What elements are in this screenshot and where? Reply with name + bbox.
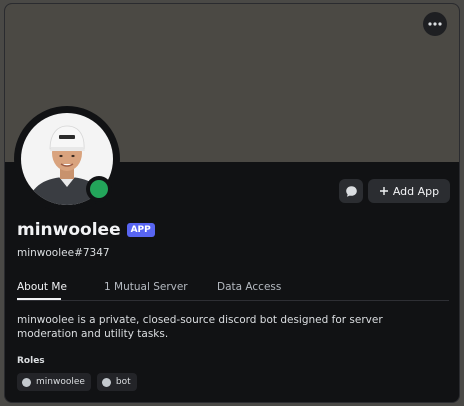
username[interactable]: minwoolee#7347: [17, 247, 110, 259]
display-name: minwoolee: [17, 220, 121, 240]
role-label: minwoolee: [36, 377, 85, 387]
plus-icon: [379, 187, 388, 195]
profile-card: Add App minwoolee APP minwoolee#7347 Abo…: [4, 3, 460, 403]
more-horizontal-icon: [428, 22, 442, 26]
role-label: bot: [115, 377, 131, 387]
bio-text: minwoolee is a private, closed-source di…: [17, 314, 383, 340]
role-color-icon: [101, 377, 111, 387]
app-badge: APP: [126, 223, 155, 237]
role-color-icon: [22, 377, 31, 387]
roles-list: minwoolee bot: [17, 373, 137, 391]
tab-mutual-servers[interactable]: 1 Mutual Server: [104, 281, 188, 293]
more-options-button[interactable]: [423, 12, 447, 36]
add-app-button[interactable]: Add App: [368, 179, 450, 203]
message-button[interactable]: [339, 179, 363, 203]
profile-tabs: About Me 1 Mutual Server Data Access: [17, 281, 449, 301]
role-pill-bot[interactable]: bot: [96, 373, 137, 391]
tab-data-access[interactable]: Data Access: [217, 281, 281, 293]
online-status-icon: [90, 180, 108, 198]
tabs-divider: [17, 300, 449, 301]
active-tab-indicator: [17, 298, 61, 300]
role-pill-minwoolee[interactable]: minwoolee: [17, 373, 91, 391]
roles-heading: Roles: [17, 356, 45, 366]
tab-about-me[interactable]: About Me: [17, 281, 67, 293]
add-app-label: Add App: [392, 184, 440, 198]
message-bubble-icon: [345, 185, 357, 197]
